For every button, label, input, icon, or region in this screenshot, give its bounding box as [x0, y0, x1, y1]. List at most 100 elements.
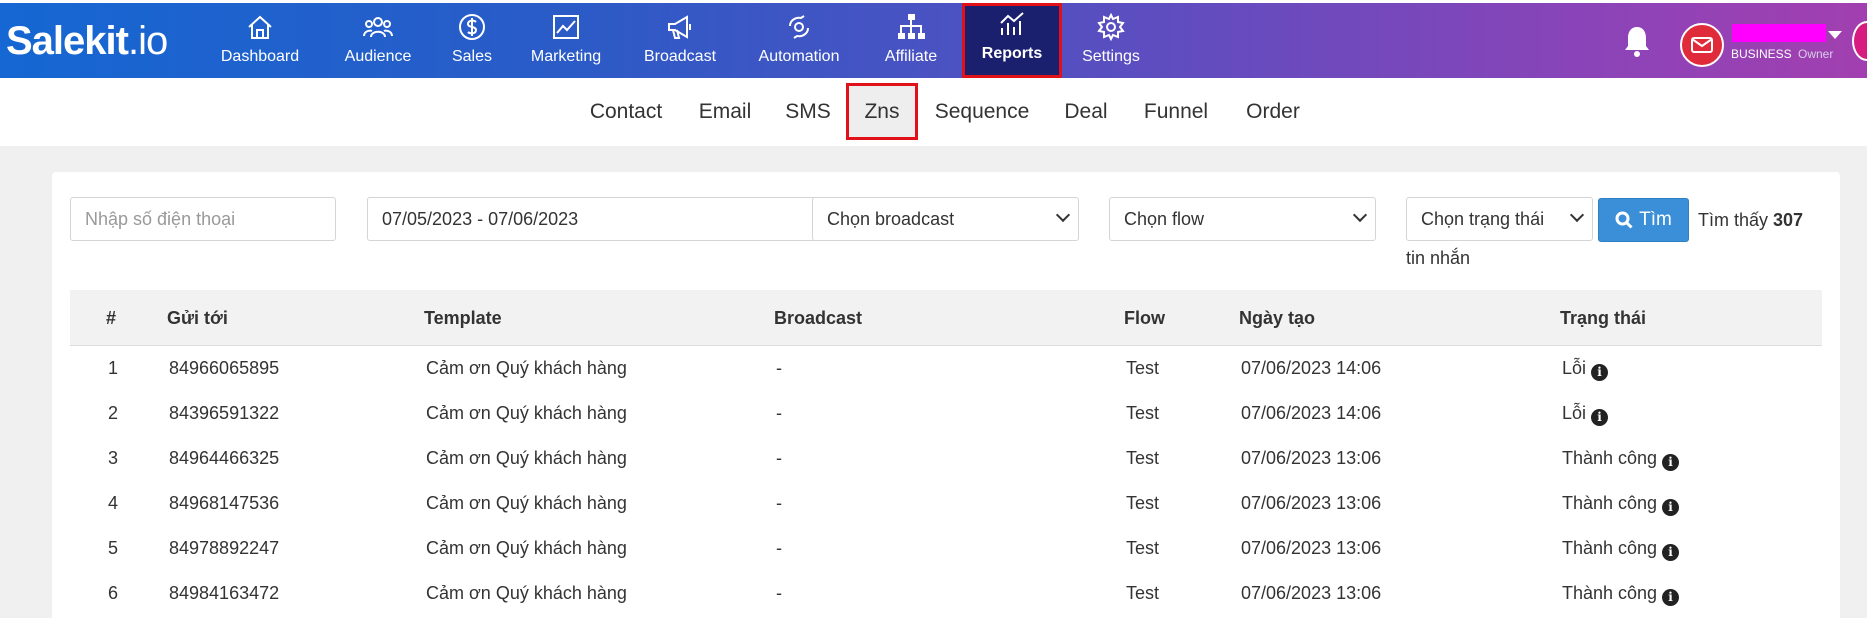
- info-icon[interactable]: i: [1591, 409, 1609, 426]
- chart-line-icon: [553, 15, 579, 39]
- nav-marketing[interactable]: Marketing: [526, 3, 606, 78]
- cell-created: 07/06/2023 13:06: [1241, 448, 1382, 468]
- cell-flow: Test: [1126, 583, 1160, 603]
- brand-logo[interactable]: Salekit.io: [6, 19, 168, 64]
- user-role: Owner: [1798, 47, 1834, 61]
- cell-template: Cảm ơn Quý khách hàng: [426, 448, 627, 468]
- col-index: #: [106, 308, 117, 328]
- date-range-input[interactable]: 07/05/2023 - 07/06/2023: [367, 197, 833, 241]
- col-status: Trạng thái: [1560, 308, 1647, 328]
- cell-index: 5: [108, 538, 119, 558]
- table-row[interactable]: 6 84984163472 Cảm ơn Quý khách hàng - Te…: [70, 571, 1822, 616]
- nav-reports[interactable]: Reports: [962, 3, 1062, 78]
- nav-sales[interactable]: Sales: [448, 3, 496, 78]
- reports-icon: [1000, 12, 1024, 35]
- cell-status: Thành công i: [1562, 436, 1680, 481]
- top-navbar: Salekit.io Dashboard Audience Sales Mark…: [0, 0, 1867, 78]
- cell-broadcast: -: [776, 493, 782, 513]
- reports-subnav: Contact Email SMS Zns Sequence Deal Funn…: [0, 78, 1867, 146]
- info-icon[interactable]: i: [1662, 544, 1680, 561]
- sitemap-icon: [898, 14, 925, 39]
- tab-sequence[interactable]: Sequence: [928, 78, 1036, 146]
- cell-flow: Test: [1126, 358, 1160, 378]
- cell-to: 84984163472: [169, 583, 280, 603]
- tab-sms[interactable]: SMS: [778, 78, 838, 146]
- nav-automation[interactable]: Automation: [756, 3, 842, 78]
- user-plan: BUSINESS: [1731, 47, 1792, 61]
- cell-flow: Test: [1126, 493, 1160, 513]
- tab-contact[interactable]: Contact: [578, 78, 674, 146]
- cell-to: 84966065895: [169, 358, 280, 378]
- col-template: Template: [424, 308, 502, 328]
- cell-status: Thành công i: [1562, 481, 1680, 526]
- search-button[interactable]: Tìm: [1598, 198, 1689, 242]
- home-icon: [248, 15, 272, 39]
- col-to: Gửi tới: [167, 308, 228, 328]
- cell-to: 84968147536: [169, 493, 280, 513]
- table-header: # Gửi tới Template Broadcast Flow Ngày t…: [70, 290, 1822, 346]
- status-select[interactable]: Chọn trạng thái: [1406, 197, 1593, 241]
- phone-search-input[interactable]: Nhập số điện thoại: [70, 197, 336, 241]
- user-name-redacted: [1732, 24, 1826, 42]
- cell-status: Lỗi i: [1562, 346, 1609, 391]
- automation-icon: [789, 15, 809, 39]
- dollar-icon: [459, 14, 485, 40]
- info-icon[interactable]: i: [1662, 499, 1680, 516]
- cell-index: 4: [108, 493, 119, 513]
- info-icon[interactable]: i: [1591, 364, 1609, 381]
- cell-flow: Test: [1126, 538, 1160, 558]
- cell-index: 6: [108, 583, 119, 603]
- col-created: Ngày tạo: [1239, 308, 1316, 328]
- bell-icon[interactable]: [1622, 25, 1652, 59]
- cell-status: Lỗi i: [1562, 391, 1609, 436]
- cell-to: 84964466325: [169, 448, 280, 468]
- table-row[interactable]: 5 84978892247 Cảm ơn Quý khách hàng - Te…: [70, 526, 1822, 571]
- nav-settings[interactable]: Settings: [1080, 3, 1142, 78]
- cell-template: Cảm ơn Quý khách hàng: [426, 583, 627, 603]
- tab-deal[interactable]: Deal: [1056, 78, 1116, 146]
- zns-report-card: Nhập số điện thoại 07/05/2023 - 07/06/20…: [52, 172, 1840, 618]
- cell-status: Thành công i: [1562, 571, 1680, 616]
- cell-broadcast: -: [776, 448, 782, 468]
- chevron-down-icon: [1569, 207, 1585, 223]
- cell-created: 07/06/2023 14:06: [1241, 358, 1382, 378]
- tab-order[interactable]: Order: [1234, 78, 1312, 146]
- broadcast-select[interactable]: Chọn broadcast: [812, 197, 1079, 241]
- nav-dashboard[interactable]: Dashboard: [212, 3, 308, 78]
- search-icon: [1615, 211, 1633, 229]
- table-row[interactable]: 1 84966065895 Cảm ơn Quý khách hàng - Te…: [70, 346, 1822, 391]
- cell-template: Cảm ơn Quý khách hàng: [426, 538, 627, 558]
- nav-audience[interactable]: Audience: [335, 3, 421, 78]
- status-select-value: Chọn trạng thái: [1421, 209, 1545, 229]
- tab-funnel[interactable]: Funnel: [1136, 78, 1216, 146]
- cell-status: Thành công i: [1562, 526, 1680, 571]
- megaphone-icon: [668, 15, 691, 39]
- tab-email[interactable]: Email: [690, 78, 760, 146]
- user-avatar[interactable]: [1680, 23, 1724, 67]
- table-row[interactable]: 2 84396591322 Cảm ơn Quý khách hàng - Te…: [70, 391, 1822, 436]
- cell-flow: Test: [1126, 448, 1160, 468]
- mail-icon: [1691, 37, 1713, 53]
- cell-to: 84978892247: [169, 538, 280, 558]
- cell-flow: Test: [1126, 403, 1160, 423]
- cell-index: 2: [108, 403, 119, 423]
- cell-broadcast: -: [776, 583, 782, 603]
- users-icon: [363, 17, 393, 38]
- nav-broadcast[interactable]: Broadcast: [640, 3, 720, 78]
- table-row[interactable]: 4 84968147536 Cảm ơn Quý khách hàng - Te…: [70, 481, 1822, 526]
- tab-zns[interactable]: Zns: [846, 83, 918, 140]
- cell-template: Cảm ơn Quý khách hàng: [426, 358, 627, 378]
- nav-affiliate[interactable]: Affiliate: [880, 3, 942, 78]
- cell-template: Cảm ơn Quý khách hàng: [426, 493, 627, 513]
- cell-template: Cảm ơn Quý khách hàng: [426, 403, 627, 423]
- cell-created: 07/06/2023 13:06: [1241, 538, 1382, 558]
- info-icon[interactable]: i: [1662, 589, 1680, 606]
- chevron-down-icon[interactable]: [1828, 31, 1842, 39]
- gear-icon: [1097, 12, 1125, 42]
- secondary-avatar[interactable]: [1852, 21, 1867, 61]
- flow-select[interactable]: Chọn flow: [1109, 197, 1376, 241]
- cell-broadcast: -: [776, 358, 782, 378]
- result-count: Tìm thấy 307: [1698, 210, 1804, 230]
- table-row[interactable]: 3 84964466325 Cảm ơn Quý khách hàng - Te…: [70, 436, 1822, 481]
- info-icon[interactable]: i: [1662, 454, 1680, 471]
